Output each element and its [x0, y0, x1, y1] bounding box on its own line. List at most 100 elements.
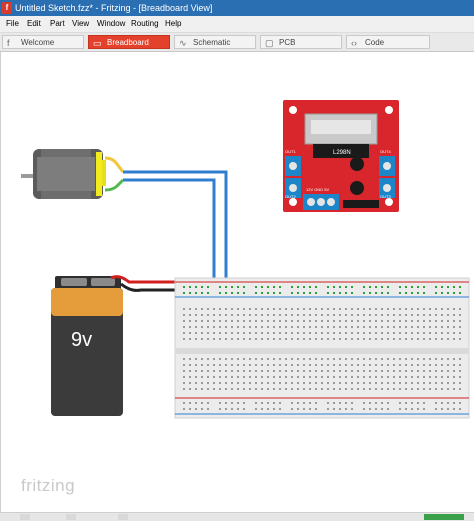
menu-file[interactable]: File: [6, 16, 19, 32]
breadboard-hole: [387, 320, 389, 322]
tab-breadboard[interactable]: ▭ Breadboard: [88, 35, 170, 49]
breadboard-hole: [189, 320, 191, 322]
breadboard-hole: [381, 320, 383, 322]
breadboard-hole: [297, 370, 299, 372]
breadboard-hole: [375, 382, 377, 384]
breadboard-hole: [351, 370, 353, 372]
breadboard-hole: [237, 402, 239, 404]
fritzing-app-icon[interactable]: f: [2, 2, 12, 14]
menu-help[interactable]: Help: [165, 16, 181, 32]
breadboard-hole: [321, 376, 323, 378]
menu-routing[interactable]: Routing: [131, 16, 159, 32]
breadboard-hole: [225, 320, 227, 322]
breadboard-hole: [285, 364, 287, 366]
breadboard-hole: [297, 326, 299, 328]
breadboard-hole: [363, 370, 365, 372]
menu-view[interactable]: View: [72, 16, 89, 32]
tab-schematic[interactable]: ∿ Schematic: [174, 35, 256, 49]
breadboard-hole: [183, 408, 185, 410]
breadboard-hole: [369, 320, 371, 322]
breadboard-hole: [267, 292, 269, 294]
breadboard-hole: [459, 292, 461, 294]
breadboard-hole: [417, 370, 419, 372]
breadboard-hole: [345, 320, 347, 322]
breadboard-hole: [423, 382, 425, 384]
breadboard-hole: [363, 408, 365, 410]
breadboard-hole: [411, 338, 413, 340]
breadboard-hole: [321, 382, 323, 384]
breadboard-hole: [333, 402, 335, 404]
breadboard-hole: [399, 320, 401, 322]
breadboard-hole: [333, 388, 335, 390]
breadboard-hole: [237, 408, 239, 410]
breadboard-hole: [459, 358, 461, 360]
breadboard-hole: [369, 376, 371, 378]
breadboard-hole: [369, 402, 371, 404]
share-icon[interactable]: [20, 514, 30, 520]
breadboard-hole: [417, 292, 419, 294]
menu-edit[interactable]: Edit: [27, 16, 41, 32]
breadboard-hole: [219, 308, 221, 310]
breadboard-hole: [447, 332, 449, 334]
breadboard-hole: [255, 364, 257, 366]
breadboard-hole: [243, 370, 245, 372]
l298n-motor-driver[interactable]: L298N OUT1 OUT2 OUT3 OUT4 12V GND 5V: [283, 100, 399, 212]
breadboard-hole: [213, 382, 215, 384]
9v-battery[interactable]: 9v: [51, 276, 123, 416]
breadboard-hole: [225, 326, 227, 328]
tab-pcb[interactable]: ▢ PCB: [260, 35, 342, 49]
breadboard-hole: [291, 338, 293, 340]
breadboard-hole: [309, 286, 311, 288]
breadboard-hole: [417, 332, 419, 334]
breadboard-hole: [267, 286, 269, 288]
menu-window[interactable]: Window: [97, 16, 125, 32]
tab-welcome[interactable]: f Welcome: [2, 35, 84, 49]
breadboard-hole: [309, 358, 311, 360]
breadboard-hole: [387, 402, 389, 404]
breadboard-hole: [213, 370, 215, 372]
breadboard-hole: [267, 382, 269, 384]
breadboard-hole: [423, 408, 425, 410]
breadboard-hole: [261, 286, 263, 288]
routing-status-icon[interactable]: [424, 514, 464, 520]
add-note-icon[interactable]: [66, 514, 76, 520]
breadboard-hole: [381, 308, 383, 310]
menu-part[interactable]: Part: [50, 16, 65, 32]
breadboard-hole: [357, 338, 359, 340]
breadboard-hole: [279, 388, 281, 390]
breadboard-hole: [351, 358, 353, 360]
dc-motor[interactable]: [21, 149, 106, 199]
breadboard-hole: [435, 402, 437, 404]
breadboard-hole: [297, 308, 299, 310]
breadboard-drawing: L298N OUT1 OUT2 OUT3 OUT4 12V GND 5V 9v: [21, 100, 470, 419]
breadboard-hole: [267, 364, 269, 366]
breadboard-hole: [219, 376, 221, 378]
breadboard-hole: [201, 332, 203, 334]
breadboard-hole: [399, 314, 401, 316]
breadboard-hole: [339, 408, 341, 410]
breadboard-hole: [399, 376, 401, 378]
breadboard-hole: [447, 388, 449, 390]
breadboard-hole: [219, 370, 221, 372]
breadboard-hole: [327, 286, 329, 288]
breadboard-hole: [285, 314, 287, 316]
blue-wire-pair[interactable]: [123, 170, 228, 288]
breadboard[interactable]: [174, 277, 470, 419]
breadboard-canvas[interactable]: L298N OUT1 OUT2 OUT3 OUT4 12V GND 5V 9v …: [0, 52, 474, 512]
tab-code[interactable]: ‹› Code: [346, 35, 430, 49]
breadboard-hole: [219, 332, 221, 334]
breadboard-hole: [429, 308, 431, 310]
breadboard-hole: [243, 320, 245, 322]
breadboard-hole: [363, 320, 365, 322]
view-tab-bar: f Welcome ▭ Breadboard ∿ Schematic ▢ PCB…: [0, 33, 474, 52]
breadboard-hole: [231, 382, 233, 384]
rotate-icon[interactable]: [118, 514, 128, 520]
breadboard-hole: [459, 408, 461, 410]
breadboard-hole: [387, 370, 389, 372]
breadboard-hole: [267, 358, 269, 360]
breadboard-hole: [405, 320, 407, 322]
breadboard-hole: [369, 370, 371, 372]
breadboard-hole: [261, 370, 263, 372]
breadboard-hole: [273, 376, 275, 378]
breadboard-hole: [183, 314, 185, 316]
